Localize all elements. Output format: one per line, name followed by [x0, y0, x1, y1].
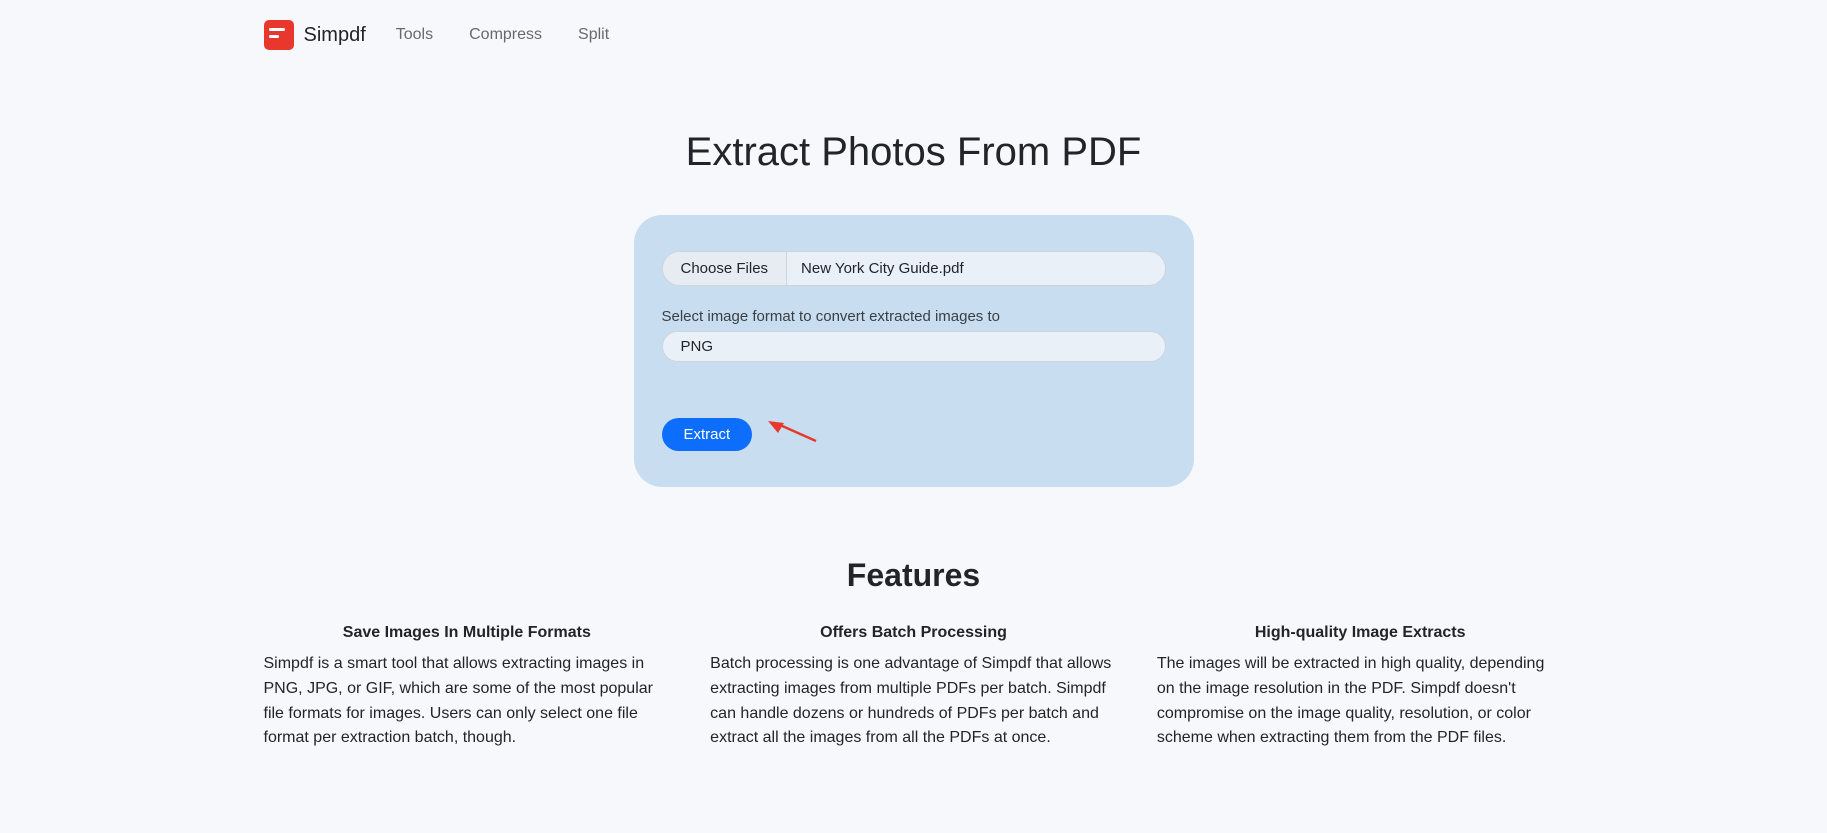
feature-col-2: Offers Batch Processing Batch processing… — [710, 624, 1117, 751]
annotation-arrow-icon — [766, 419, 822, 450]
nav-link-tools[interactable]: Tools — [396, 26, 433, 44]
feature-col-3: High-quality Image Extracts The images w… — [1157, 624, 1564, 751]
features-title: Features — [0, 557, 1827, 594]
feature-text: Batch processing is one advantage of Sim… — [710, 652, 1117, 751]
action-row: Extract — [662, 418, 1166, 451]
feature-heading: Offers Batch Processing — [710, 624, 1117, 642]
extract-button[interactable]: Extract — [662, 418, 753, 451]
nav-link-split[interactable]: Split — [578, 26, 609, 44]
feature-text: The images will be extracted in high qua… — [1157, 652, 1564, 751]
feature-col-1: Save Images In Multiple Formats Simpdf i… — [264, 624, 671, 751]
brand-name: Simpdf — [304, 24, 366, 47]
nav-link-compress[interactable]: Compress — [469, 26, 542, 44]
extract-card: Choose Files New York City Guide.pdf Sel… — [634, 215, 1194, 487]
selected-file-name: New York City Guide.pdf — [787, 252, 1164, 285]
choose-files-button[interactable]: Choose Files — [663, 252, 788, 285]
brand-logo-icon — [264, 20, 294, 50]
page-title: Extract Photos From PDF — [0, 130, 1827, 175]
format-select[interactable]: PNG — [662, 331, 1166, 362]
feature-heading: High-quality Image Extracts — [1157, 624, 1564, 642]
format-selected-value: PNG — [681, 338, 714, 355]
top-nav: Simpdf Tools Compress Split — [254, 0, 1574, 70]
feature-text: Simpdf is a smart tool that allows extra… — [264, 652, 671, 751]
feature-heading: Save Images In Multiple Formats — [264, 624, 671, 642]
brand-wrap[interactable]: Simpdf — [264, 20, 366, 50]
format-label: Select image format to convert extracted… — [662, 308, 1166, 325]
features-row: Save Images In Multiple Formats Simpdf i… — [254, 624, 1574, 751]
file-input-row[interactable]: Choose Files New York City Guide.pdf — [662, 251, 1166, 286]
